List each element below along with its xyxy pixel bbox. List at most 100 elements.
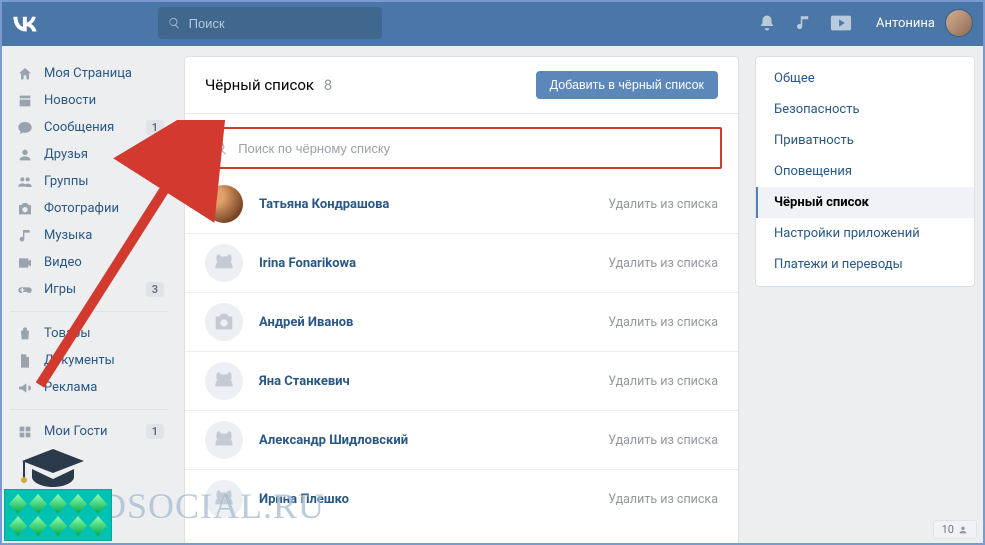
user-avatar[interactable] [205, 421, 243, 459]
blocklist-row: Татьяна КондрашоваУдалить из списка [185, 175, 738, 233]
videos-icon [14, 255, 36, 271]
sidebar-item-groups[interactable]: Группы [10, 168, 168, 195]
sidebar-item-label: Мои Гости [44, 424, 146, 439]
left-nav: Моя Страница Новости Сообщения 1 Друзья … [10, 56, 168, 545]
sidebar-item-label: Товары [44, 326, 166, 341]
search-icon [213, 140, 228, 156]
page-title-count: 8 [324, 76, 332, 94]
footer-notification-count: 10 [942, 523, 954, 536]
sidebar-item-messages[interactable]: Сообщения 1 [10, 114, 168, 141]
settings-item[interactable]: Оповещения [756, 156, 974, 187]
user-name-link[interactable]: Александр Шидловский [259, 433, 608, 448]
games-icon [14, 282, 36, 298]
vk-logo[interactable] [10, 14, 158, 32]
music-icon[interactable] [794, 14, 812, 32]
sidebar-item-ads[interactable]: Реклама [10, 374, 168, 401]
user-avatar[interactable] [205, 362, 243, 400]
settings-menu: ОбщееБезопасностьПриватностьОповещенияЧё… [755, 56, 975, 287]
sidebar-item-documents[interactable]: Документы [10, 347, 168, 374]
sidebar-item-label: Группы [44, 174, 166, 189]
sidebar-separator [10, 311, 168, 312]
blocklist-panel: Чёрный список 8 Добавить в чёрный список… [184, 56, 739, 545]
home-icon [14, 66, 36, 82]
sidebar-item-label: Музыка [44, 228, 166, 243]
groups-icon [14, 174, 36, 190]
topbar: Антонина [0, 0, 985, 46]
settings-item[interactable]: Платежи и переводы [756, 249, 974, 280]
ads-icon [14, 380, 36, 396]
sidebar-item-music[interactable]: Музыка [10, 222, 168, 249]
sidebar-item-label: Реклама [44, 380, 166, 395]
account-menu[interactable]: Антонина [876, 9, 973, 37]
sidebar-item-label: Моя Страница [44, 66, 166, 81]
settings-item[interactable]: Приватность [756, 125, 974, 156]
friends-icon [14, 147, 36, 163]
blocklist-search[interactable] [201, 127, 722, 169]
add-to-blocklist-button[interactable]: Добавить в чёрный список [536, 71, 718, 99]
remove-from-list-link[interactable]: Удалить из списка [608, 374, 718, 389]
sidebar-item-friends[interactable]: Друзья [10, 141, 168, 168]
blocklist-search-input[interactable] [238, 141, 710, 156]
messages-icon [14, 120, 36, 136]
user-avatar[interactable] [205, 480, 243, 518]
blocklist-row: Александр ШидловскийУдалить из списка [185, 410, 738, 469]
remove-from-list-link[interactable]: Удалить из списка [608, 492, 718, 507]
blocklist-user-list: Татьяна КондрашоваУдалить из спискаIrina… [185, 175, 738, 544]
blocklist-row: Андрей ИвановУдалить из списка [185, 292, 738, 351]
sidebar-item-label: Игры [44, 282, 146, 297]
sidebar-badge: 1 [146, 120, 164, 135]
blocklist-row: Яна СтанкевичУдалить из списка [185, 351, 738, 410]
search-icon [168, 16, 181, 30]
user-name-link[interactable]: Андрей Иванов [259, 315, 608, 330]
sidebar-item-goods[interactable]: Товары [10, 320, 168, 347]
page-title-text: Чёрный список [205, 76, 314, 94]
sidebar-item-guests[interactable]: Мои Гости 1 [10, 418, 168, 445]
photos-icon [14, 201, 36, 217]
settings-item[interactable]: Безопасность [756, 94, 974, 125]
blocklist-header: Чёрный список 8 Добавить в чёрный список [185, 57, 738, 114]
sidebar-item-label: Документы [44, 353, 166, 368]
sidebar-item-label: Новости [44, 93, 166, 108]
guests-icon [14, 424, 36, 440]
bell-icon[interactable] [758, 13, 776, 33]
sidebar-item-label: Видео [44, 255, 166, 270]
sidebar-separator [10, 409, 168, 410]
video-play-icon[interactable] [830, 14, 852, 32]
sidebar-item-label: Фотографии [44, 201, 166, 216]
sidebar-badge: 1 [146, 424, 164, 439]
news-icon [14, 93, 36, 109]
sidebar-item-label: Друзья [44, 147, 166, 162]
sidebar-item-label: Сообщения [44, 120, 146, 135]
remove-from-list-link[interactable]: Удалить из списка [608, 197, 718, 212]
music-outline-icon [14, 228, 36, 244]
vk-logo-icon [10, 14, 40, 32]
users-small-icon [958, 525, 968, 535]
settings-item[interactable]: Чёрный список [756, 187, 974, 218]
global-search[interactable] [158, 7, 382, 39]
settings-item[interactable]: Общее [756, 63, 974, 94]
user-name-link[interactable]: Татьяна Кондрашова [259, 197, 608, 212]
account-avatar [945, 9, 973, 37]
settings-item[interactable]: Настройки приложений [756, 218, 974, 249]
sidebar-item-my-page[interactable]: Моя Страница [10, 60, 168, 87]
topbar-icons [758, 13, 852, 33]
user-name-link[interactable]: Ирина Плешко [259, 492, 608, 507]
user-name-link[interactable]: Irina Fonarikowa [259, 256, 608, 271]
documents-icon [14, 353, 36, 369]
sidebar-item-photos[interactable]: Фотографии [10, 195, 168, 222]
remove-from-list-link[interactable]: Удалить из списка [608, 256, 718, 271]
footer-notification-badge[interactable]: 10 [933, 520, 977, 539]
sidebar-item-games[interactable]: Игры 3 [10, 276, 168, 303]
user-name-link[interactable]: Яна Станкевич [259, 374, 608, 389]
page-title: Чёрный список 8 [205, 76, 332, 94]
remove-from-list-link[interactable]: Удалить из списка [608, 433, 718, 448]
user-avatar[interactable] [205, 244, 243, 282]
account-user-name: Антонина [876, 16, 935, 31]
global-search-input[interactable] [189, 16, 372, 31]
user-avatar[interactable] [205, 185, 243, 223]
remove-from-list-link[interactable]: Удалить из списка [608, 315, 718, 330]
sidebar-item-videos[interactable]: Видео [10, 249, 168, 276]
goods-icon [14, 326, 36, 342]
sidebar-item-news[interactable]: Новости [10, 87, 168, 114]
user-avatar[interactable] [205, 303, 243, 341]
